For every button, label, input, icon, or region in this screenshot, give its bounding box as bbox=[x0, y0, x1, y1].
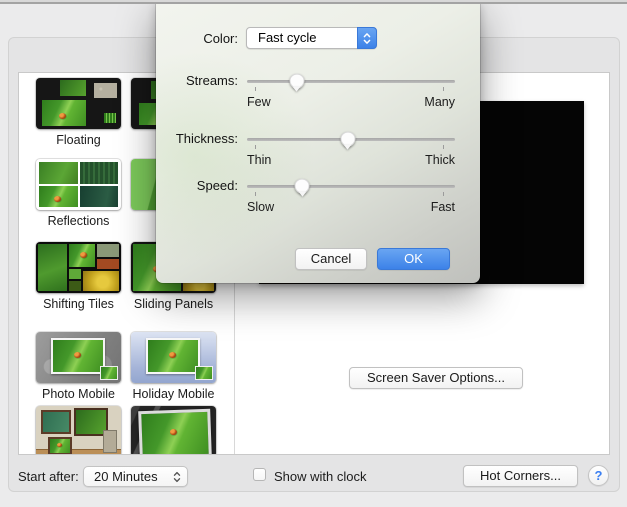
thumbnail-floating[interactable] bbox=[36, 78, 121, 129]
thickness-max-label: Thick bbox=[425, 153, 455, 167]
thumbnail-photo-mobile[interactable] bbox=[36, 332, 121, 383]
streams-max-label: Many bbox=[424, 95, 455, 109]
thumbnail-gallery-partial[interactable] bbox=[36, 406, 121, 454]
speed-min-label: Slow bbox=[247, 200, 275, 214]
streams-min-label: Few bbox=[247, 95, 271, 109]
speed-max-label: Fast bbox=[430, 200, 455, 214]
show-with-clock-label: Show with clock bbox=[274, 469, 367, 484]
speed-slider-track[interactable] bbox=[247, 185, 455, 188]
flurry-options-dialog: Color: Fast cycle Streams: Few Many Thic… bbox=[156, 3, 480, 283]
thickness-slider-row: Thickness: Thin Thick bbox=[156, 124, 480, 178]
streams-slider-thumb[interactable] bbox=[289, 73, 305, 89]
saver-label-floating: Floating bbox=[56, 133, 101, 147]
thickness-label: Thickness: bbox=[175, 131, 238, 146]
show-with-clock-checkbox[interactable] bbox=[253, 468, 266, 481]
color-popup[interactable]: Fast cycle bbox=[246, 27, 377, 49]
speed-label: Speed: bbox=[196, 178, 238, 193]
thickness-min-label: Thin bbox=[247, 153, 272, 167]
screen-saver-options-button[interactable]: Screen Saver Options... bbox=[349, 367, 523, 389]
saver-label-photo-mobile: Photo Mobile bbox=[42, 387, 115, 401]
saver-label-sliding-panels: Sliding Panels bbox=[133, 297, 214, 311]
start-after-popup[interactable]: 20 Minutes bbox=[83, 466, 188, 487]
chevron-up-down-icon bbox=[363, 32, 371, 44]
thumbnail-reflections[interactable] bbox=[36, 159, 121, 210]
saver-label-holiday-mobile: Holiday Mobile bbox=[132, 387, 215, 401]
cancel-button[interactable]: Cancel bbox=[295, 248, 367, 270]
help-button[interactable]: ? bbox=[588, 465, 609, 486]
speed-slider-row: Speed: Slow Fast bbox=[156, 171, 480, 225]
hot-corners-button[interactable]: Hot Corners... bbox=[463, 465, 578, 487]
saver-label-reflections: Reflections bbox=[47, 214, 110, 228]
toolbar-divider-line bbox=[0, 2, 627, 4]
color-popup-value: Fast cycle bbox=[258, 30, 317, 45]
speed-slider-thumb[interactable] bbox=[294, 178, 310, 194]
floating-art bbox=[60, 80, 86, 96]
streams-slider-row: Streams: Few Many bbox=[156, 66, 480, 120]
saver-label-shifting-tiles: Shifting Tiles bbox=[43, 297, 114, 311]
thumbnail-shifting-tiles[interactable] bbox=[36, 242, 121, 293]
chevron-up-down-icon bbox=[173, 471, 181, 483]
thumbnail-holiday-mobile[interactable] bbox=[131, 332, 216, 383]
start-after-label: Start after: bbox=[18, 469, 79, 484]
color-label: Color: bbox=[203, 31, 238, 46]
thickness-slider-thumb[interactable] bbox=[340, 131, 356, 147]
start-after-value: 20 Minutes bbox=[94, 469, 158, 484]
streams-slider-track[interactable] bbox=[247, 80, 455, 83]
desktop-screensaver-preferences-window: Floating Reflections Shifting Tiles Slid… bbox=[0, 0, 627, 507]
ok-button[interactable]: OK bbox=[377, 248, 450, 270]
streams-label: Streams: bbox=[185, 73, 238, 88]
thumbnail-framed-photo-partial[interactable] bbox=[131, 406, 216, 454]
popup-stepper bbox=[357, 27, 377, 49]
